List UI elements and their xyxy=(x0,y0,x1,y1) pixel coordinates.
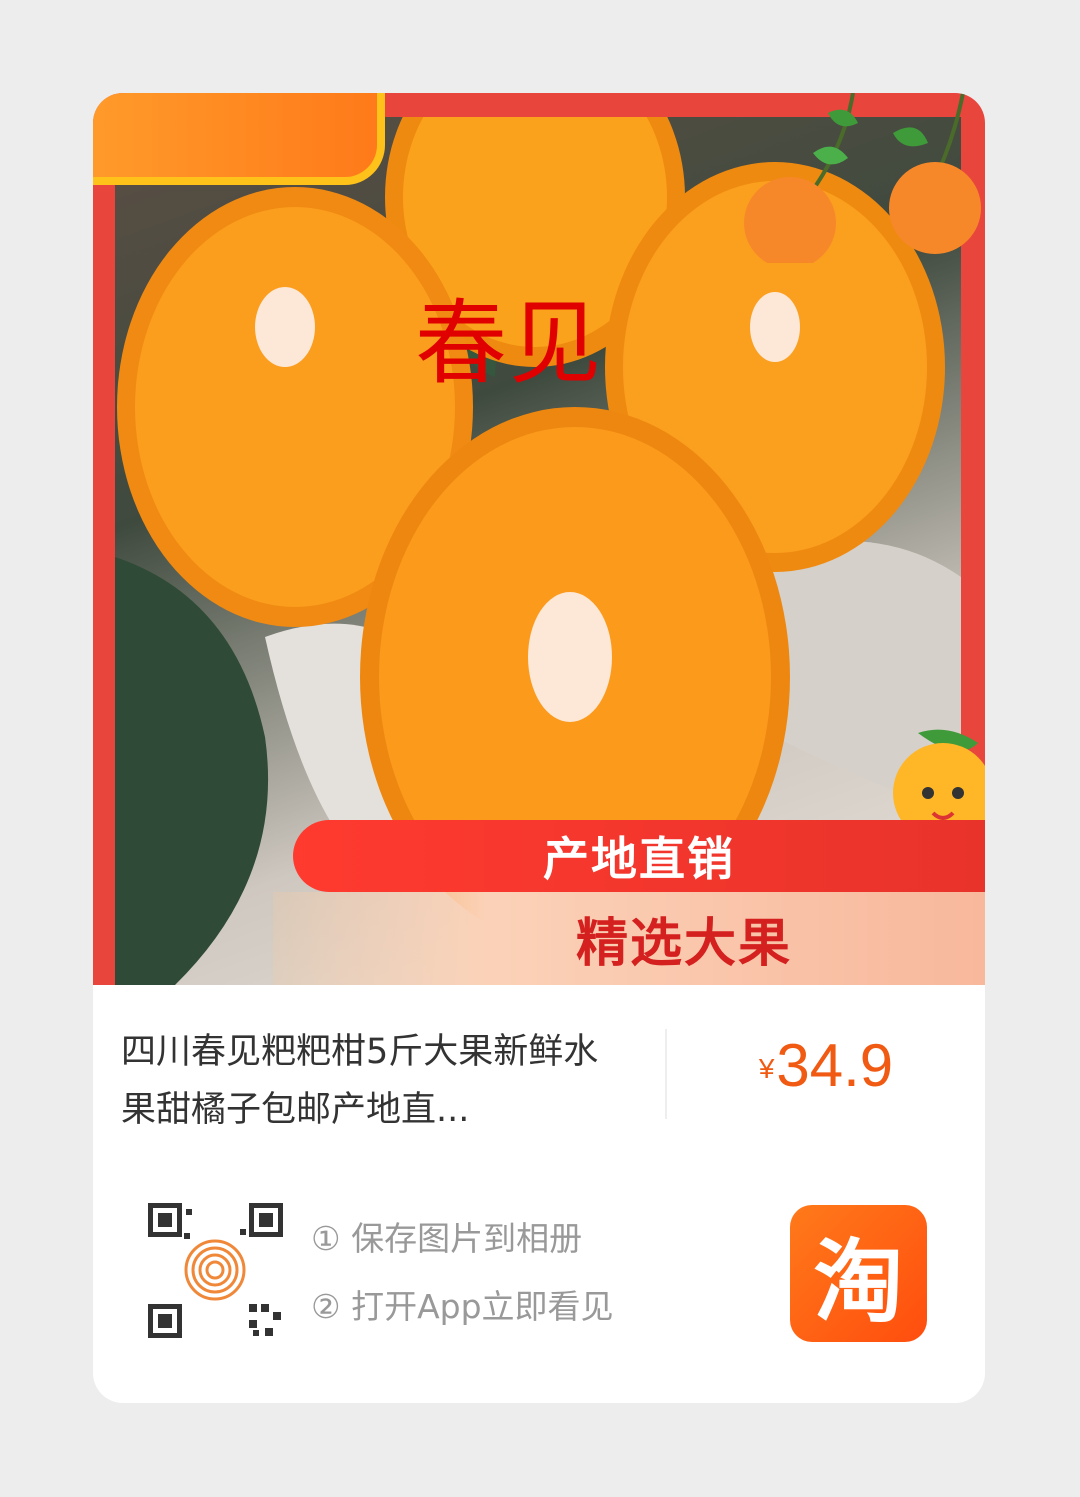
instructions: ① 保存图片到相册 ② 打开App立即看见 xyxy=(311,1210,614,1346)
share-card: 春见 精选大果 产地直销 四川春见粑粑柑5斤大果新鲜水果甜橘子包邮产地直... … xyxy=(93,93,985,1403)
tangerine-branch-icon xyxy=(744,93,981,263)
banner-line1: 产地直销 xyxy=(293,820,985,892)
product-image[interactable]: 春见 精选大果 产地直销 xyxy=(93,93,985,985)
overlay-title: 春见 xyxy=(415,290,604,397)
promo-banner: 精选大果 产地直销 xyxy=(273,820,985,985)
price-symbol: ¥ xyxy=(758,1053,775,1084)
step-save: ① 保存图片到相册 xyxy=(311,1219,583,1258)
top-badge xyxy=(93,93,385,185)
qr-code-icon[interactable] xyxy=(148,1203,283,1338)
taobao-icon[interactable]: 淘 xyxy=(790,1205,927,1342)
step-open-app: ② 打开App立即看见 xyxy=(311,1287,614,1326)
price: ¥34.9 xyxy=(667,1031,985,1100)
price-value: 34.9 xyxy=(776,1032,894,1099)
banner-line2: 精选大果 xyxy=(273,892,985,985)
product-title[interactable]: 四川春见粑粑柑5斤大果新鲜水果甜橘子包邮产地直... xyxy=(121,1023,601,1139)
